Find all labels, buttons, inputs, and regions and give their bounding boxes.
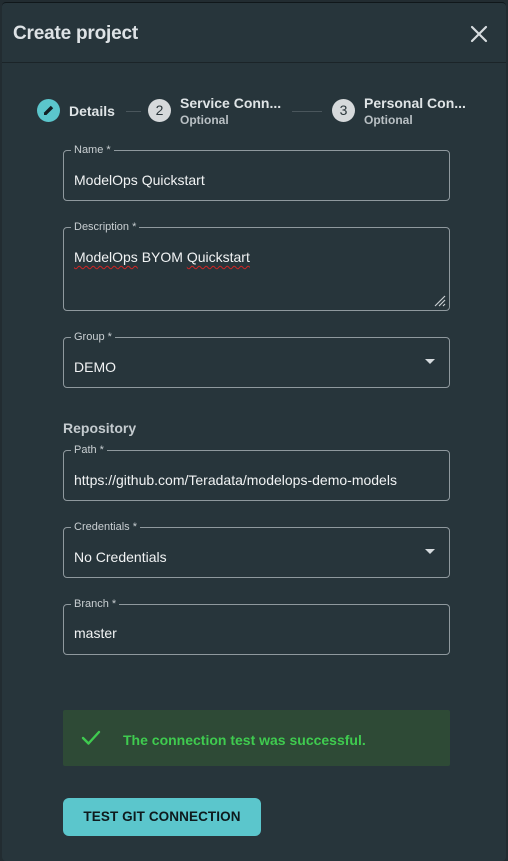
path-label: Path * <box>71 444 107 456</box>
spellcheck-word: Quickstart <box>186 249 250 265</box>
close-icon[interactable] <box>468 23 490 45</box>
dropdown-arrow-icon[interactable] <box>425 359 435 364</box>
resize-grip-icon[interactable] <box>432 293 446 307</box>
dialog-header: Create project <box>2 3 506 63</box>
step-1-edit-icon[interactable] <box>37 99 60 122</box>
description-label: Description * <box>71 221 140 233</box>
test-git-connection-button[interactable]: TEST GIT CONNECTION <box>63 798 261 836</box>
step-2-number[interactable]: 2 <box>148 99 171 122</box>
description-text: BYOM <box>137 249 187 265</box>
group-select[interactable]: Group * DEMO <box>63 331 450 388</box>
description-value[interactable]: ModelOps BYOM Quickstart <box>74 249 250 265</box>
dropdown-arrow-icon[interactable] <box>425 549 435 554</box>
group-label: Group * <box>71 331 115 343</box>
success-message: The connection test was successful. <box>123 732 366 748</box>
spellcheck-word: ModelOps <box>74 249 138 265</box>
repository-heading: Repository <box>63 420 137 436</box>
credentials-select[interactable]: Credentials * No Credentials <box>63 521 450 578</box>
checkmark-icon <box>81 729 101 747</box>
name-value[interactable]: ModelOps Quickstart <box>74 172 205 188</box>
credentials-value[interactable]: No Credentials <box>74 549 167 565</box>
name-label: Name * <box>71 144 114 156</box>
step-3-label[interactable]: Personal Con... <box>364 95 466 111</box>
step-3-number[interactable]: 3 <box>332 99 355 122</box>
path-field[interactable]: Path * https://github.com/Teradata/model… <box>63 444 450 501</box>
credentials-label: Credentials * <box>71 521 140 533</box>
dialog-title: Create project <box>13 23 138 44</box>
name-field[interactable]: Name * ModelOps Quickstart <box>63 144 450 201</box>
description-field[interactable]: Description * ModelOps BYOM Quickstart <box>63 221 450 311</box>
branch-label: Branch * <box>71 598 120 610</box>
step-3-sublabel: Optional <box>364 113 413 127</box>
branch-value[interactable]: master <box>74 625 117 641</box>
step-2-sublabel: Optional <box>180 113 229 127</box>
step-2-label[interactable]: Service Conn... <box>180 95 281 111</box>
path-value[interactable]: https://github.com/Teradata/modelops-dem… <box>74 472 397 488</box>
step-connector <box>292 111 322 112</box>
step-connector <box>126 111 141 112</box>
create-project-dialog: Create project Details 2 Service Conn...… <box>2 2 506 861</box>
group-value[interactable]: DEMO <box>74 359 116 375</box>
step-1-label[interactable]: Details <box>69 103 115 119</box>
branch-field[interactable]: Branch * master <box>63 598 450 655</box>
success-alert: The connection test was successful. <box>63 710 450 766</box>
